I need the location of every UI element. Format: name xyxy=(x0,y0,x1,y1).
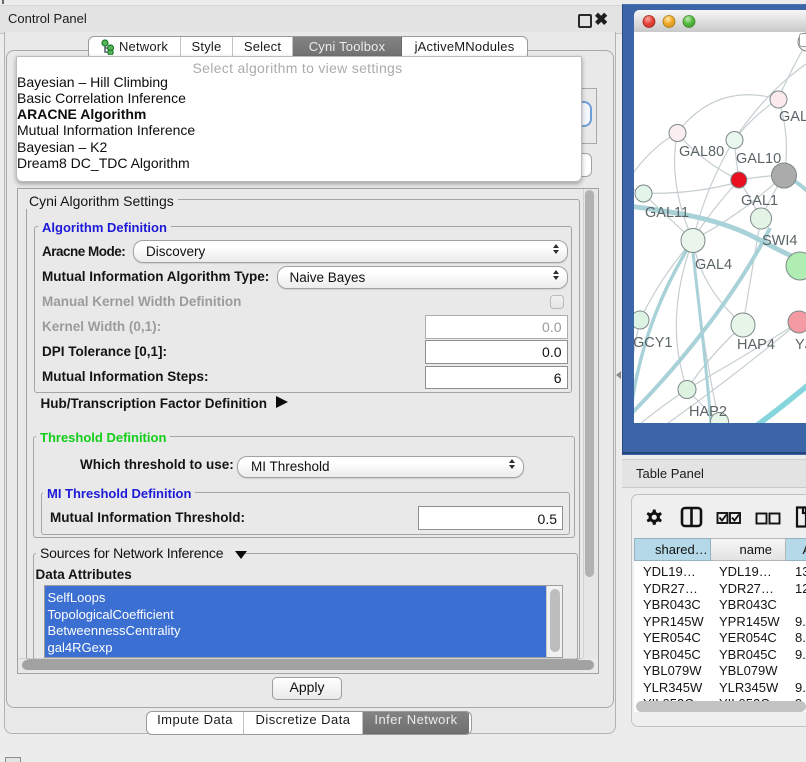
svg-text:GAL4: GAL4 xyxy=(695,257,732,273)
svg-text:GAL11: GAL11 xyxy=(645,205,689,221)
svg-text:GAL80: GAL80 xyxy=(679,144,724,160)
svg-text:GAL2: GAL2 xyxy=(779,109,806,125)
svg-text:GCY1: GCY1 xyxy=(634,335,673,351)
svg-text:HAP2: HAP2 xyxy=(689,404,727,420)
svg-text:GAL1: GAL1 xyxy=(741,193,778,209)
svg-text:HAP4: HAP4 xyxy=(737,337,775,353)
svg-text:SWI4: SWI4 xyxy=(762,233,797,249)
svg-text:GAL10: GAL10 xyxy=(736,151,781,167)
svg-text:YJ: YJ xyxy=(795,337,806,353)
